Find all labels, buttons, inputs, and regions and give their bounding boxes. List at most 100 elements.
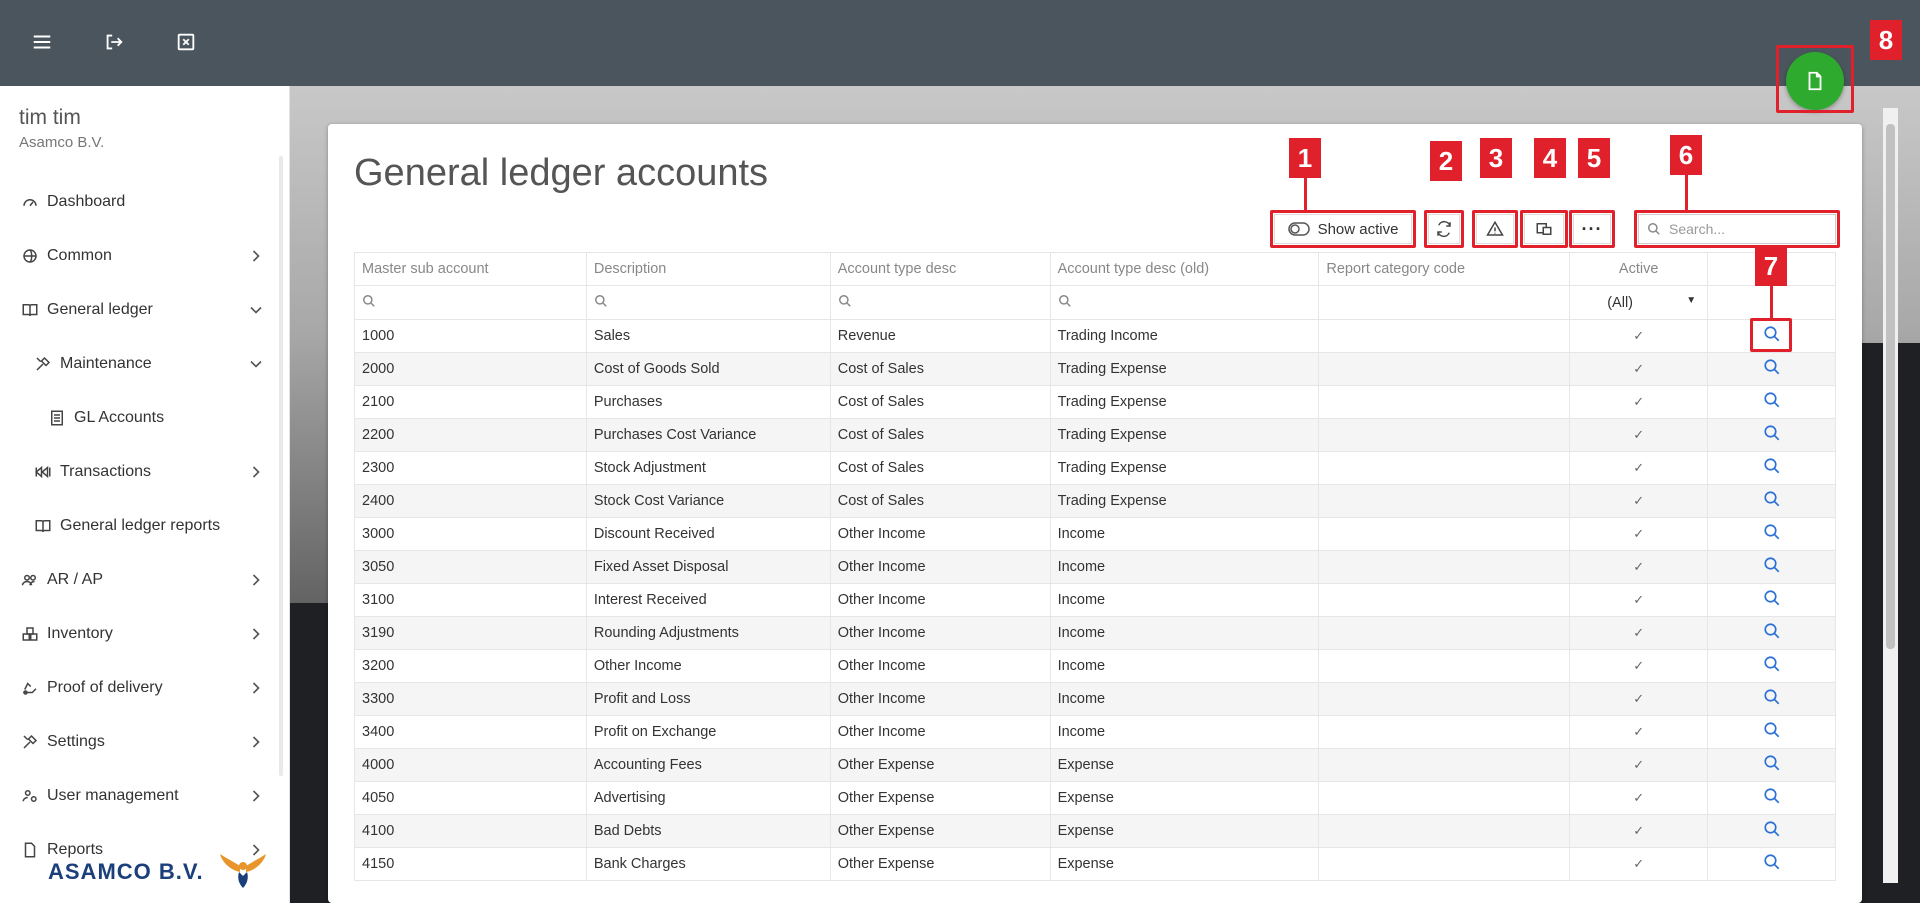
table-row[interactable]: 3100 Interest Received Other Income Income ✓	[354, 583, 1836, 617]
table-row[interactable]: 1000 Sales Revenue Trading Income ✓	[354, 319, 1836, 353]
table-cell	[1318, 517, 1571, 551]
row-action-cell	[1707, 319, 1836, 353]
filter-cell[interactable]	[354, 285, 587, 320]
table-row[interactable]: 4050 Advertising Other Expense Expense ✓	[354, 781, 1836, 815]
table-row[interactable]: 3400 Profit on Exchange Other Income Income…	[354, 715, 1836, 749]
view-details-icon[interactable]	[1763, 589, 1781, 607]
table-row[interactable]: 3190 Rounding Adjustments Other Income Inco…	[354, 616, 1836, 650]
view-details-icon[interactable]	[1763, 688, 1781, 706]
table-row[interactable]: 3050 Fixed Asset Disposal Other Income Inco…	[354, 550, 1836, 584]
table-cell: 2300	[354, 451, 587, 485]
table-cell: Stock Cost Variance	[585, 484, 831, 518]
view-details-icon[interactable]	[1763, 853, 1781, 871]
page-scrollbar[interactable]	[1883, 108, 1898, 883]
table-cell: Income	[1049, 715, 1320, 749]
active-filter-select[interactable]: (All) ▼	[1569, 285, 1709, 320]
sidebar-item-transactions[interactable]: Transactions	[0, 452, 276, 492]
sidebar-scrollbar[interactable]	[279, 156, 283, 776]
scrollbar-thumb[interactable]	[1886, 124, 1895, 649]
table-cell	[1318, 385, 1571, 419]
sidebar-item-general-ledger[interactable]: General ledger	[0, 290, 276, 330]
view-details-icon[interactable]	[1763, 622, 1781, 640]
table-cell: 4100	[354, 814, 587, 848]
sidebar-item-inventory[interactable]: Inventory	[0, 614, 276, 654]
tools-icon	[32, 353, 54, 375]
view-details-icon[interactable]	[1763, 556, 1781, 574]
view-details-icon[interactable]	[1763, 655, 1781, 673]
check-icon: ✓	[1633, 526, 1645, 541]
table-row[interactable]: 4000 Accounting Fees Other Expense Expense ✓	[354, 748, 1836, 782]
sidebar-item-gl-accounts[interactable]: GL Accounts	[0, 398, 276, 438]
table-cell: Trading Expense	[1049, 418, 1320, 452]
filter-cell[interactable]	[829, 285, 1051, 320]
filter-cell	[1318, 285, 1571, 320]
table-row[interactable]: 2200 Purchases Cost Variance Cost of Sales…	[354, 418, 1836, 452]
table-row[interactable]: 2100 Purchases Cost of Sales Trading Expens…	[354, 385, 1836, 419]
warnings-button[interactable]	[1476, 214, 1514, 244]
logo-text: ASAMCO B.V.	[48, 859, 204, 884]
sidebar-item-proof-of-delivery[interactable]: Proof of delivery	[0, 668, 276, 708]
active-check-cell: ✓	[1569, 814, 1709, 848]
active-check-cell: ✓	[1569, 451, 1709, 485]
sidebar-item-label: GL Accounts	[74, 409, 165, 426]
sidebar-item-common[interactable]: Common	[0, 236, 276, 276]
active-check-cell: ✓	[1569, 682, 1709, 716]
column-header[interactable]: Master sub account	[354, 252, 587, 286]
table-cell: Revenue	[829, 319, 1051, 353]
column-header[interactable]: Active	[1569, 252, 1709, 286]
filter-cell[interactable]	[585, 285, 831, 320]
column-header[interactable]: Report category code	[1318, 252, 1571, 286]
view-details-icon[interactable]	[1763, 424, 1781, 442]
view-details-icon[interactable]	[1763, 820, 1781, 838]
new-document-button[interactable]	[1786, 52, 1844, 110]
user-company: Asamco B.V.	[19, 134, 105, 151]
table-row[interactable]: 2000 Cost of Goods Sold Cost of Sales Tradi…	[354, 352, 1836, 386]
column-header[interactable]: Account type desc (old)	[1049, 252, 1320, 286]
table-row[interactable]: 2400 Stock Cost Variance Cost of Sales Trad…	[354, 484, 1836, 518]
row-action-cell	[1707, 814, 1836, 848]
table-cell: 2200	[354, 418, 587, 452]
active-check-cell: ✓	[1569, 517, 1709, 551]
view-details-icon[interactable]	[1763, 391, 1781, 409]
table-row[interactable]: 4150 Bank Charges Other Expense Expense ✓	[354, 847, 1836, 881]
sidebar-item-settings[interactable]: Settings	[0, 722, 276, 762]
table-row[interactable]: 4100 Bad Debts Other Expense Expense ✓	[354, 814, 1836, 848]
hamburger-icon[interactable]	[26, 26, 58, 58]
table-row[interactable]: 2300 Stock Adjustment Cost of Sales Trading…	[354, 451, 1836, 485]
refresh-button[interactable]	[1428, 214, 1460, 244]
marker-badge-7: 7	[1755, 246, 1787, 286]
column-header[interactable]: Account type desc	[829, 252, 1051, 286]
view-details-icon[interactable]	[1763, 358, 1781, 376]
sidebar-item-general-ledger-reports[interactable]: General ledger reports	[0, 506, 276, 546]
row-action-cell	[1707, 517, 1836, 551]
table-cell: Other Income	[829, 715, 1051, 749]
column-chooser-button[interactable]	[1524, 214, 1564, 244]
view-details-icon[interactable]	[1763, 787, 1781, 805]
view-details-icon[interactable]	[1763, 754, 1781, 772]
table-row[interactable]: 3300 Profit and Loss Other Income Income ✓	[354, 682, 1836, 716]
sidebar-item-ar-ap[interactable]: AR / AP	[0, 560, 276, 600]
view-details-icon[interactable]	[1763, 490, 1781, 508]
table-row[interactable]: 3200 Other Income Other Income Income ✓	[354, 649, 1836, 683]
search-input[interactable]: Search...	[1638, 214, 1836, 244]
view-details-icon[interactable]	[1763, 721, 1781, 739]
sidebar-item-user-management[interactable]: User management	[0, 776, 276, 816]
show-active-toggle[interactable]: Show active	[1274, 214, 1412, 244]
sidebar-item-dashboard[interactable]: Dashboard	[0, 182, 276, 222]
logout-icon[interactable]	[98, 26, 130, 58]
view-details-icon[interactable]	[1763, 457, 1781, 475]
more-options-button[interactable]: ···	[1573, 214, 1611, 244]
check-icon: ✓	[1633, 823, 1645, 838]
sidebar-item-maintenance[interactable]: Maintenance	[0, 344, 276, 384]
table-header-row: Master sub account Description Account t…	[354, 252, 1836, 286]
close-box-icon[interactable]	[170, 26, 202, 58]
table-cell: 4000	[354, 748, 587, 782]
view-details-icon[interactable]	[1763, 523, 1781, 541]
marker-tail-7	[1770, 286, 1773, 318]
column-header[interactable]: Description	[585, 252, 831, 286]
filter-cell[interactable]	[1049, 285, 1320, 320]
view-details-icon[interactable]	[1763, 325, 1781, 343]
show-active-label: Show active	[1317, 220, 1399, 238]
table-row[interactable]: 3000 Discount Received Other Income Income ✓	[354, 517, 1836, 551]
check-icon: ✓	[1633, 856, 1645, 871]
